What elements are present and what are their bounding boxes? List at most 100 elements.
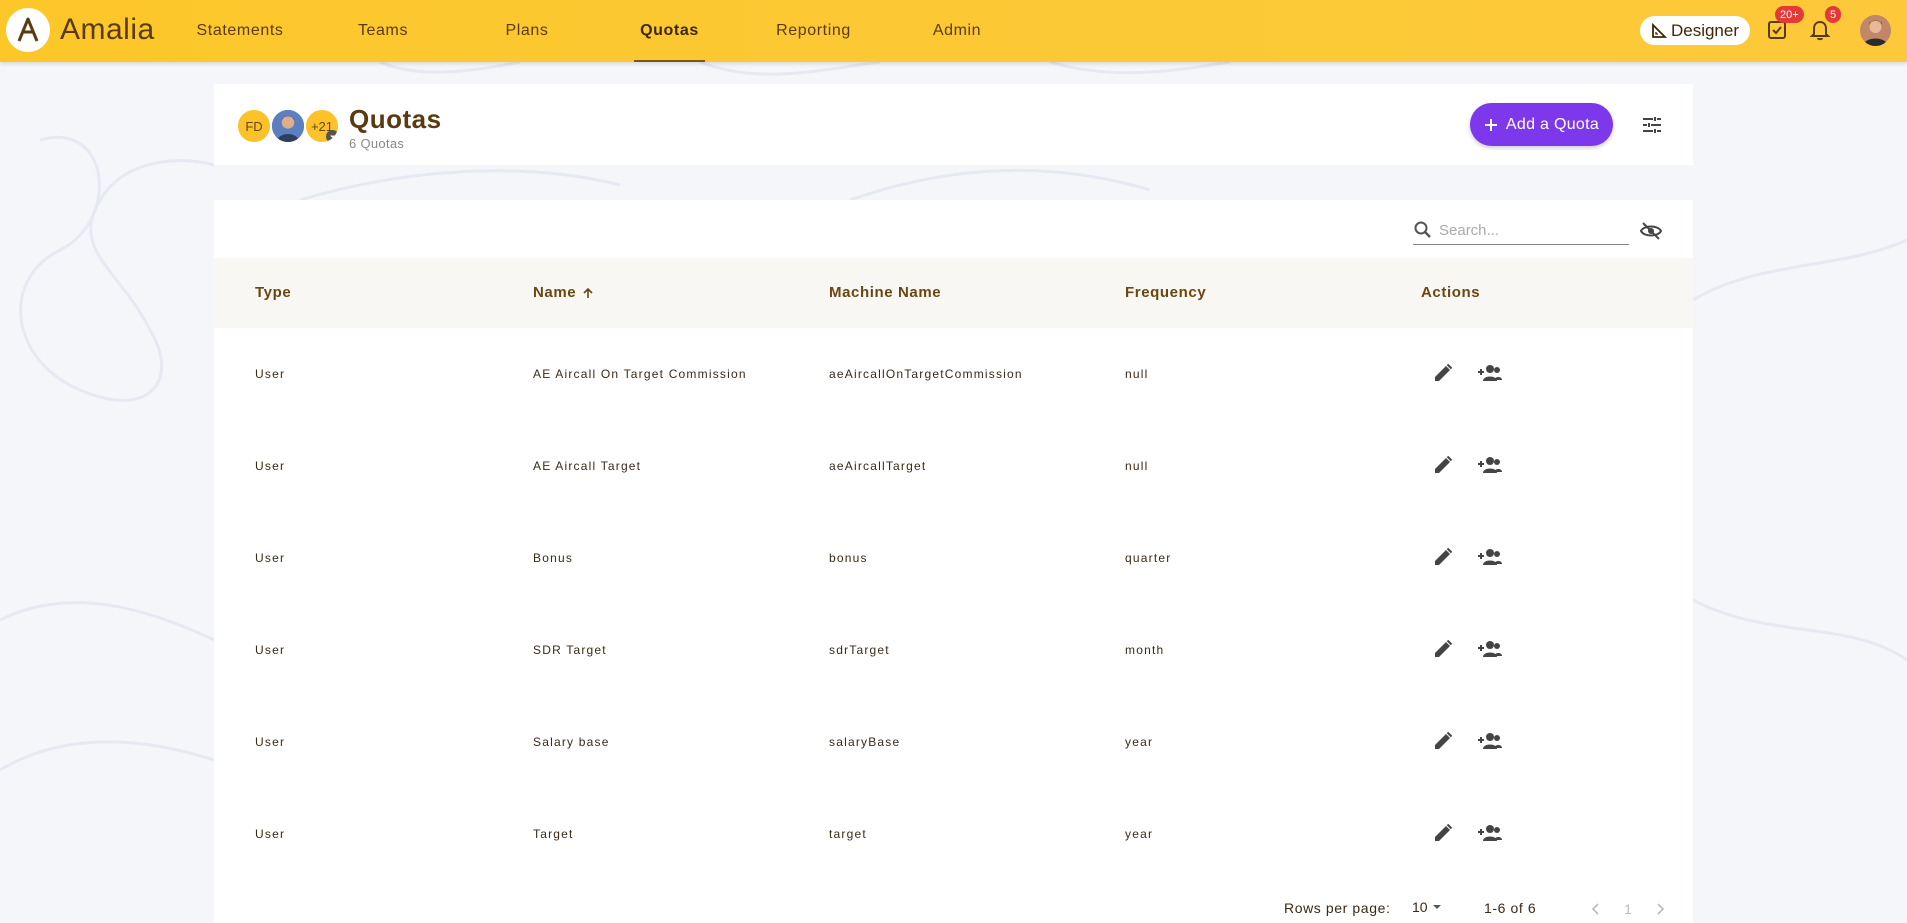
table-row: User AE Aircall Target aeAircallTarget null [214,420,1693,512]
table-row: User Bonus bonus quarter [214,512,1693,604]
avatar-group[interactable]: FD +21 [236,108,340,144]
cell-type: User [255,459,286,473]
cell-machine-name: target [829,827,867,841]
table-header: Type Name Machine Name Frequency Actions [214,258,1693,328]
rows-per-page-value: 10 [1412,899,1428,915]
assign-users-icon[interactable] [1477,546,1503,570]
cell-name: Salary base [533,735,610,749]
designer-button[interactable]: Designer [1640,16,1750,45]
cell-frequency: quarter [1125,551,1172,565]
page-title: Quotas [349,104,442,134]
cell-frequency: null [1125,459,1149,473]
edit-pencil-icon[interactable] [1432,638,1456,662]
table-row: User AE Aircall On Target Commission aeAir… [214,328,1693,420]
column-header-type[interactable]: Type [255,284,291,301]
cell-machine-name: sdrTarget [829,643,890,657]
plus-icon [1484,118,1497,131]
page-number[interactable]: 1 [1617,898,1639,920]
dropdown-arrow-icon [1432,905,1441,909]
cell-machine-name: aeAircallTarget [829,459,927,473]
nav-label-admin: Admin [932,22,982,39]
column-header-frequency[interactable]: Frequency [1125,284,1206,301]
table-row: User Target target year [214,788,1693,880]
notifications-badge: 5 [1825,6,1842,23]
quota-count: 6 Quotas [349,136,405,151]
app-logo[interactable]: Amalia [6,8,155,52]
nav-item-quotas[interactable]: Quotas [634,0,705,62]
cell-machine-name: bonus [829,551,868,565]
avatar-more-count[interactable]: +21 [304,108,340,144]
nav-label-plans: Plans [505,22,549,39]
edit-pencil-icon[interactable] [1432,730,1456,754]
cell-machine-name: salaryBase [829,735,901,749]
edit-pencil-icon[interactable] [1432,822,1456,846]
cell-name: AE Aircall Target [533,459,642,473]
table-row: User SDR Target sdrTarget month [214,604,1693,696]
nav-item-teams[interactable]: Teams [349,0,417,62]
cell-frequency: null [1125,367,1149,381]
pagination-range: 1-6 of 6 [1484,900,1537,916]
assign-users-icon[interactable] [1477,638,1503,662]
next-page-icon[interactable] [1649,898,1671,920]
todo-badge: 20+ [1775,6,1804,23]
visibility-off-icon[interactable] [1639,219,1663,243]
column-type-label: Type [255,284,292,301]
search-input[interactable] [1439,221,1619,239]
assign-users-icon[interactable] [1477,822,1503,846]
cell-name: Bonus [533,551,574,565]
edit-pencil-icon[interactable] [1432,454,1456,478]
quotas-header-card: FD +21 Quotas 6 Quotas Add a Quota [214,84,1693,165]
rows-per-page-label: Rows per page: [1284,900,1391,916]
table-row: User Salary base salaryBase year [214,696,1693,788]
nav-label-statements: Statements [196,22,284,39]
nav-item-statements[interactable]: Statements [194,0,286,62]
designer-label: Designer [1670,20,1740,40]
column-header-machine-name[interactable]: Machine Name [829,284,941,301]
avatar-photo [270,108,306,144]
nav-label-quotas: Quotas [640,22,699,39]
previous-page-icon[interactable] [1585,898,1607,920]
column-header-name[interactable]: Name [533,284,594,301]
column-header-actions: Actions [1421,284,1480,301]
cell-machine-name: aeAircallOnTargetCommission [829,367,1023,381]
table-pagination: Rows per page: 10 1-6 of 6 1 [214,896,1693,923]
search-icon [1414,221,1431,238]
logo-a-icon [17,17,39,42]
nav-item-plans[interactable]: Plans [499,0,555,62]
cell-type: User [255,827,286,841]
nav-label-teams: Teams [357,22,409,39]
rows-per-page-select[interactable]: 10 [1412,899,1442,915]
cell-frequency: year [1125,735,1154,749]
quotas-table-card: Type Name Machine Name Frequency Actions… [214,200,1693,923]
avatar-initials-text: FD [245,118,263,134]
cell-name: Target [533,827,574,841]
add-quota-button[interactable]: Add a Quota [1470,103,1613,146]
column-actions-label: Actions [1421,284,1481,301]
avatar-initials: FD [236,108,272,144]
nav-item-admin[interactable]: Admin [930,0,984,62]
search-box [1413,216,1629,245]
user-avatar[interactable] [1860,15,1891,46]
nav-label-reporting: Reporting [776,22,851,39]
cell-type: User [255,643,286,657]
logo-mark [6,8,50,52]
app-name: Amalia [60,13,155,46]
column-name-label: Name [533,284,577,301]
assign-users-icon[interactable] [1477,362,1503,386]
sort-arrow-up-icon [583,287,593,298]
cell-frequency: year [1125,827,1154,841]
cell-name: AE Aircall On Target Commission [533,367,747,381]
add-quota-label: Add a Quota [1505,115,1600,133]
nav-item-reporting[interactable]: Reporting [773,0,854,62]
assign-users-icon[interactable] [1477,730,1503,754]
cell-frequency: month [1125,643,1165,657]
cell-type: User [255,735,286,749]
edit-pencil-icon[interactable] [1432,362,1456,386]
column-machine-name-label: Machine Name [829,284,942,301]
tune-settings-icon[interactable] [1640,113,1664,137]
edit-pencil-icon[interactable] [1432,546,1456,570]
column-frequency-label: Frequency [1125,284,1207,301]
ruler-triangle-icon [1652,22,1667,38]
chevron-down-icon [326,130,338,142]
assign-users-icon[interactable] [1477,454,1503,478]
